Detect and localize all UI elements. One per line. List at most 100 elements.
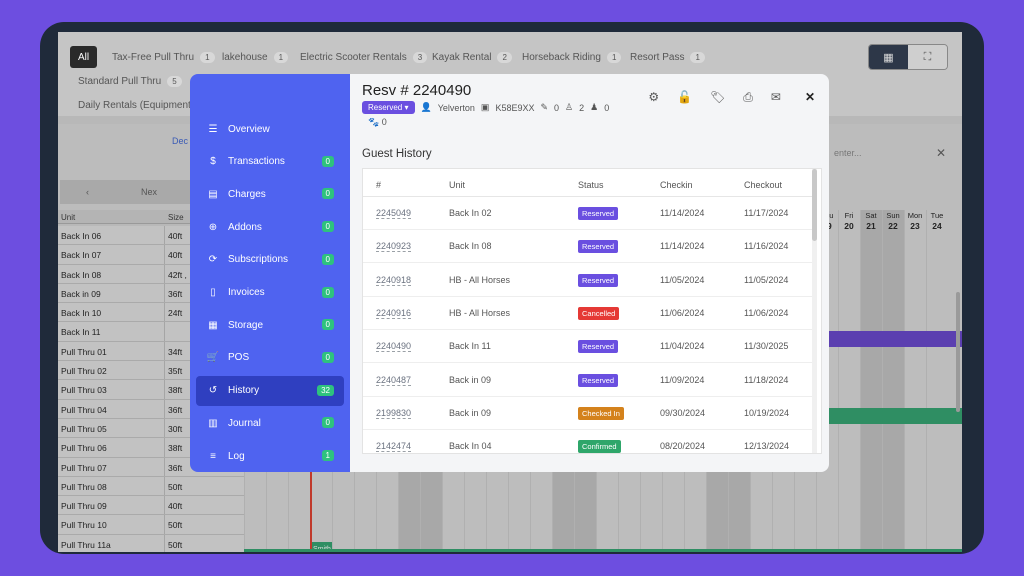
next-button[interactable]: Nex bbox=[141, 187, 157, 197]
reservation-link[interactable]: 2240918 bbox=[376, 275, 412, 286]
table-row[interactable]: 2240918 HB - All Horses Reserved 11/05/2024… bbox=[363, 264, 813, 297]
checkout-cell: 11/30/2025 bbox=[744, 341, 789, 352]
scrollbar-thumb[interactable] bbox=[812, 169, 817, 241]
unit-size: 50ft bbox=[168, 481, 183, 492]
filter-chip-daily-rentals[interactable]: Daily Rentals (Equipment) bbox=[78, 94, 194, 116]
unit-name: Pull Thru 04 bbox=[61, 404, 107, 415]
close-icon[interactable]: ✕ bbox=[936, 146, 946, 160]
table-row[interactable]: 2142474 Back In 04 Confirmed 08/20/2024 12/1… bbox=[363, 430, 813, 453]
filter-chip-standard-pull-thru[interactable]: Standard Pull Thru 5 bbox=[78, 70, 182, 92]
checkout-cell: 11/05/2024 bbox=[744, 274, 789, 285]
unit-size: 36ft bbox=[168, 462, 183, 473]
sidebar-item-label: Journal bbox=[228, 417, 261, 429]
day-column bbox=[860, 210, 882, 552]
unit-size: 36ft bbox=[168, 288, 183, 299]
filter-chip-electric-scooter[interactable]: Electric Scooter Rentals 3 bbox=[300, 46, 428, 68]
month-label[interactable]: Dec bbox=[172, 136, 188, 146]
status-badge: Cancelled bbox=[578, 306, 620, 320]
sidebar-item-overview[interactable]: ☰ Overview bbox=[196, 114, 344, 144]
unit-size: 40ft bbox=[168, 501, 183, 512]
table-row[interactable]: 2245049 Back In 02 Reserved 11/14/2024 11/17… bbox=[363, 197, 813, 230]
table-row[interactable]: 2199830 Back in 09 Checked In 09/30/2024 10/… bbox=[363, 397, 813, 430]
reservation-link[interactable]: 2240916 bbox=[376, 308, 412, 319]
sidebar-item-transactions[interactable]: $ Transactions 0 bbox=[196, 147, 344, 177]
table-row[interactable]: 2240916 HB - All Horses Cancelled 11/06/202… bbox=[363, 297, 813, 330]
gear-icon[interactable]: ⚙ bbox=[648, 90, 659, 105]
reservation-link[interactable]: 2142474 bbox=[376, 441, 412, 453]
size-column-header: Size bbox=[168, 213, 184, 222]
reservation-link[interactable]: 2245049 bbox=[376, 208, 412, 219]
prev-button[interactable]: ‹ bbox=[86, 187, 89, 197]
log-icon: ≡ bbox=[210, 450, 216, 462]
filter-chip-resort-pass[interactable]: Resort Pass 1 bbox=[630, 46, 705, 68]
status-badge: Checked In bbox=[578, 406, 624, 420]
column-divider bbox=[164, 534, 165, 552]
status-badge: Confirmed bbox=[578, 440, 621, 453]
day-of-week: Tue bbox=[930, 211, 944, 220]
sidebar-item-journal[interactable]: ▥ Journal 0 bbox=[196, 408, 344, 438]
sidebar-item-addons[interactable]: ⊕ Addons 0 bbox=[196, 212, 344, 242]
unit-row[interactable]: Pull Thru 09 40ft bbox=[58, 496, 244, 516]
table-scrollbar[interactable] bbox=[812, 169, 817, 453]
column-divider bbox=[164, 418, 165, 438]
view-toggle: ▦ ⛶ bbox=[868, 44, 948, 70]
table-row[interactable]: 2240490 Back In 11 Reserved 11/04/2024 11/30… bbox=[363, 330, 813, 364]
reservation-link[interactable]: 2240490 bbox=[376, 341, 412, 353]
mail-icon[interactable]: ✉ bbox=[771, 90, 781, 105]
grid-view-icon[interactable]: ▦ bbox=[869, 45, 908, 69]
table-row[interactable]: 2240487 Back in 09 Reserved 11/09/2024 11/18… bbox=[363, 364, 813, 397]
sidebar-item-storage[interactable]: ▦ Storage 0 bbox=[196, 310, 344, 340]
booking-bar[interactable] bbox=[828, 331, 962, 347]
sidebar-item-subscriptions[interactable]: ⟳ Subscriptions 0 bbox=[196, 245, 344, 275]
column-divider bbox=[164, 380, 165, 399]
unit-search-input[interactable]: enter... bbox=[834, 148, 862, 158]
filter-chip-lakehouse[interactable]: lakehouse 1 bbox=[222, 46, 289, 68]
day-column bbox=[838, 210, 860, 552]
filter-chip-kayak[interactable]: Kayak Rental 2 bbox=[432, 46, 512, 68]
filter-chip-all[interactable]: All bbox=[70, 46, 98, 68]
sidebar-item-pos[interactable]: 🛒 POS 0 bbox=[196, 343, 344, 373]
column-divider bbox=[164, 341, 165, 361]
modal-toolbar: ⚙ 🔓 🏷 ⎙ ✉ ✕ bbox=[648, 90, 815, 105]
reservation-link[interactable]: 2240487 bbox=[376, 375, 412, 386]
paw-icon: 🐾 bbox=[368, 117, 380, 127]
table-row[interactable]: 2240923 Back In 08 Reserved 11/14/2024 11/16… bbox=[363, 230, 813, 264]
unit-name: Pull Thru 11a bbox=[61, 539, 111, 550]
tag-icon[interactable]: 🏷 bbox=[710, 90, 725, 105]
unit-cell: HB - All Horses bbox=[449, 307, 511, 318]
unlock-icon[interactable]: 🔓 bbox=[677, 90, 692, 105]
status-badge: Reserved bbox=[578, 207, 619, 220]
day-column bbox=[882, 210, 904, 552]
user-icon: 👤 bbox=[420, 102, 432, 112]
count-other: 0 bbox=[604, 102, 610, 113]
sidebar-item-charges[interactable]: ▤ Charges 0 bbox=[196, 179, 344, 209]
day-of-week: Sat bbox=[865, 211, 877, 220]
sidebar-item-history[interactable]: ↺ History 32 bbox=[196, 375, 344, 406]
reservation-link[interactable]: 2199830 bbox=[376, 408, 412, 419]
close-icon[interactable]: ✕ bbox=[805, 90, 815, 105]
reservation-modal: Resv # 2240490 Reserved ▾ 👤 Yelverton ▣ … bbox=[350, 74, 829, 472]
unit-name: Back In 10 bbox=[61, 308, 102, 319]
sidebar-item-log[interactable]: ≡ Log 1 bbox=[196, 441, 344, 471]
sidebar-item-invoices[interactable]: ▯ Invoices 0 bbox=[196, 278, 344, 308]
column-divider bbox=[164, 476, 165, 496]
filter-chip-horseback[interactable]: Horseback Riding 1 bbox=[522, 46, 622, 68]
filter-chip-tax-free-pull-thru[interactable]: Tax-Free Pull Thru 1 bbox=[112, 46, 215, 68]
checkin-cell: 11/14/2024 bbox=[660, 208, 705, 218]
grid-scrollbar[interactable] bbox=[956, 292, 960, 412]
reservation-link[interactable]: 2240923 bbox=[376, 241, 412, 253]
count-adults: 0 bbox=[554, 102, 560, 113]
unit-name: Back In 07 bbox=[61, 250, 102, 261]
history-icon: ↺ bbox=[208, 385, 218, 397]
status-dropdown[interactable]: Reserved ▾ bbox=[362, 101, 415, 114]
plus-circle-icon: ⊕ bbox=[208, 221, 218, 233]
unit-row[interactable]: Pull Thru 10 50ft bbox=[58, 515, 244, 535]
guest-name[interactable]: Yelverton bbox=[438, 103, 475, 113]
printer-icon[interactable]: ⎙ bbox=[743, 90, 753, 105]
booking-bar[interactable] bbox=[828, 408, 962, 424]
map-view-icon[interactable]: ⛶ bbox=[908, 45, 947, 69]
unit-row[interactable]: Pull Thru 08 50ft bbox=[58, 476, 244, 497]
checkout-cell: 11/16/2024 bbox=[744, 241, 789, 252]
column-divider bbox=[164, 438, 165, 457]
unit-row[interactable]: Pull Thru 11a 50ft bbox=[58, 534, 244, 552]
